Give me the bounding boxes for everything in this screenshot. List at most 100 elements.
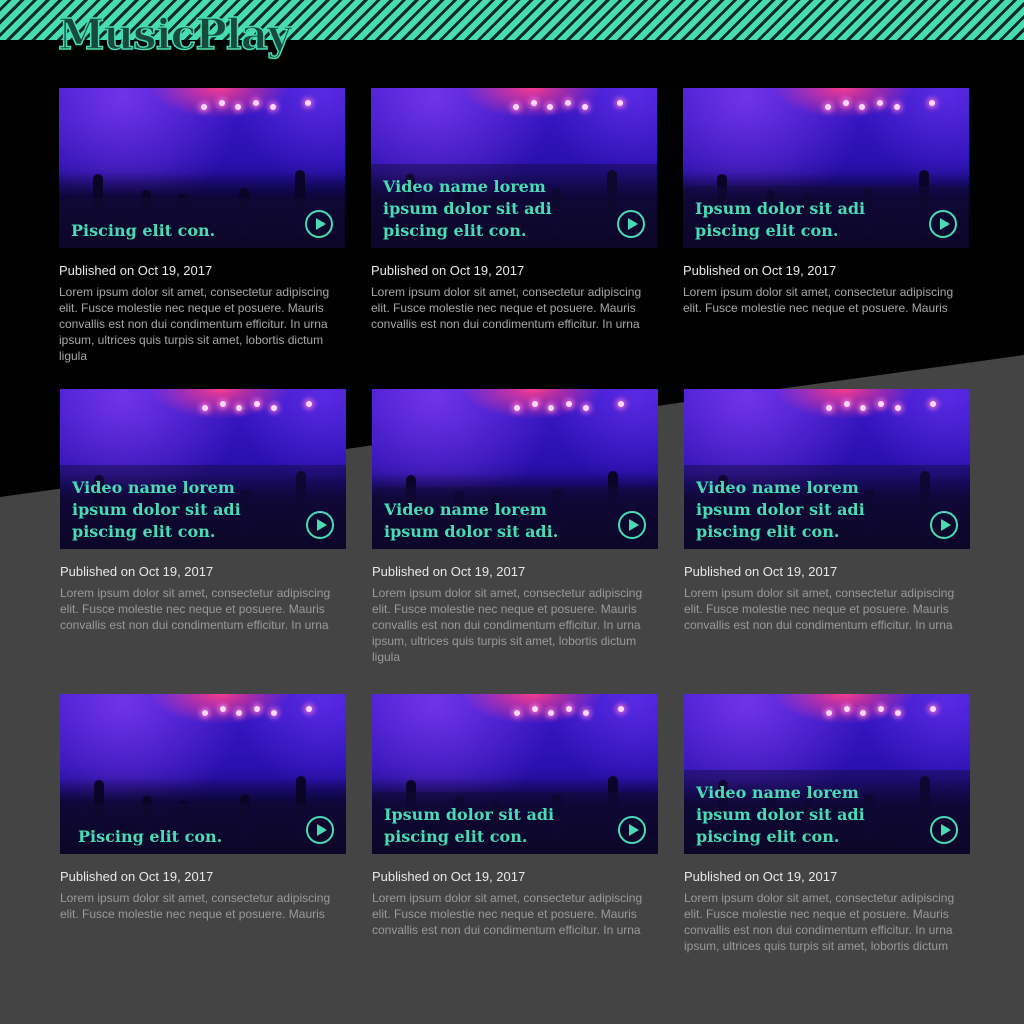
publish-date: Published on Oct 19, 2017 xyxy=(60,564,214,579)
stage-light xyxy=(513,104,519,110)
stage-light xyxy=(236,710,242,716)
stage-light xyxy=(235,104,241,110)
stage-light xyxy=(531,100,537,106)
video-title[interactable]: Video name lorem ipsum dolor sit adi. xyxy=(384,499,604,543)
video-title[interactable]: Video name lorem ipsum dolor sit adi pis… xyxy=(696,477,916,543)
publish-date: Published on Oct 19, 2017 xyxy=(684,869,838,884)
publish-date: Published on Oct 19, 2017 xyxy=(371,263,525,278)
stage-light xyxy=(844,706,850,712)
video-title[interactable]: Ipsum dolor sit adi piscing elit con. xyxy=(695,198,915,242)
stage-light xyxy=(930,706,936,712)
video-card[interactable]: Piscing elit con. Published on Oct 19, 2… xyxy=(59,88,345,364)
video-description: Lorem ipsum dolor sit amet, consectetur … xyxy=(683,285,954,315)
stage-light xyxy=(201,104,207,110)
stage-light xyxy=(236,405,242,411)
stage-light xyxy=(617,100,623,106)
stage-light xyxy=(532,706,538,712)
video-card[interactable]: Video name lorem ipsum dolor sit adi. Pu… xyxy=(372,389,658,665)
stage-light xyxy=(566,401,572,407)
publish-date: Published on Oct 19, 2017 xyxy=(60,869,214,884)
publish-date: Published on Oct 19, 2017 xyxy=(59,263,213,278)
publish-date: Published on Oct 19, 2017 xyxy=(684,564,838,579)
video-thumbnail[interactable]: Video name lorem ipsum dolor sit adi pis… xyxy=(60,389,346,549)
video-title[interactable]: Ipsum dolor sit adi piscing elit con. xyxy=(384,804,604,848)
video-description: Lorem ipsum dolor sit amet, consectetur … xyxy=(60,891,331,921)
stage-light xyxy=(618,401,624,407)
video-thumbnail[interactable]: Video name lorem ipsum dolor sit adi pis… xyxy=(684,389,970,549)
stage-light xyxy=(532,401,538,407)
stage-light xyxy=(254,401,260,407)
stage-light xyxy=(826,710,832,716)
stage-light xyxy=(894,104,900,110)
site-logo[interactable]: MusicPlay xyxy=(57,8,292,62)
stage-light xyxy=(219,100,225,106)
play-icon[interactable] xyxy=(617,210,645,238)
stage-light xyxy=(306,401,312,407)
stage-light xyxy=(514,405,520,411)
video-card[interactable]: Piscing elit con. Published on Oct 19, 2… xyxy=(60,694,346,922)
stage-light xyxy=(860,710,866,716)
stage-light xyxy=(548,405,554,411)
stage-light xyxy=(514,710,520,716)
play-icon[interactable] xyxy=(930,816,958,844)
play-icon[interactable] xyxy=(930,511,958,539)
video-title[interactable]: Video name lorem ipsum dolor sit adi pis… xyxy=(696,782,916,848)
video-title[interactable]: Video name lorem ipsum dolor sit adi pis… xyxy=(383,176,603,242)
stage-light xyxy=(583,710,589,716)
video-description: Lorem ipsum dolor sit amet, consectetur … xyxy=(371,285,642,331)
video-description: Lorem ipsum dolor sit amet, consectetur … xyxy=(372,891,643,937)
stage-light xyxy=(825,104,831,110)
video-description: Lorem ipsum dolor sit amet, consectetur … xyxy=(684,586,955,632)
video-card[interactable]: Video name lorem ipsum dolor sit adi pis… xyxy=(371,88,657,332)
video-thumbnail[interactable]: Video name lorem ipsum dolor sit adi. xyxy=(372,389,658,549)
stage-light xyxy=(618,706,624,712)
stage-light xyxy=(548,710,554,716)
stage-light xyxy=(254,706,260,712)
video-thumbnail[interactable]: Video name lorem ipsum dolor sit adi pis… xyxy=(684,694,970,854)
stage-light xyxy=(843,100,849,106)
stage-light xyxy=(930,401,936,407)
video-card[interactable]: Video name lorem ipsum dolor sit adi pis… xyxy=(60,389,346,633)
video-title[interactable]: Video name lorem ipsum dolor sit adi pis… xyxy=(72,477,292,543)
stage-light xyxy=(826,405,832,411)
stage-light xyxy=(877,100,883,106)
stage-light xyxy=(547,104,553,110)
stage-light xyxy=(271,405,277,411)
video-thumbnail[interactable]: Ipsum dolor sit adi piscing elit con. xyxy=(683,88,969,248)
stage-light xyxy=(202,405,208,411)
play-icon[interactable] xyxy=(306,816,334,844)
stage-light xyxy=(270,104,276,110)
video-card[interactable]: Video name lorem ipsum dolor sit adi pis… xyxy=(684,694,970,954)
video-description: Lorem ipsum dolor sit amet, consectetur … xyxy=(684,891,955,953)
stage-light xyxy=(860,405,866,411)
stage-light xyxy=(253,100,259,106)
video-title[interactable]: Piscing elit con. xyxy=(71,220,291,242)
video-thumbnail[interactable]: Video name lorem ipsum dolor sit adi pis… xyxy=(371,88,657,248)
play-icon[interactable] xyxy=(618,511,646,539)
play-icon[interactable] xyxy=(618,816,646,844)
play-icon[interactable] xyxy=(929,210,957,238)
video-title[interactable]: Piscing elit con. xyxy=(78,826,298,848)
stage-light xyxy=(305,100,311,106)
stage-light xyxy=(306,706,312,712)
stage-light xyxy=(220,706,226,712)
video-thumbnail[interactable]: Piscing elit con. xyxy=(60,694,346,854)
play-icon[interactable] xyxy=(306,511,334,539)
video-description: Lorem ipsum dolor sit amet, consectetur … xyxy=(59,285,330,363)
stage-light xyxy=(844,401,850,407)
video-card[interactable]: Ipsum dolor sit adi piscing elit con. Pu… xyxy=(683,88,969,316)
publish-date: Published on Oct 19, 2017 xyxy=(372,564,526,579)
stage-light xyxy=(583,405,589,411)
publish-date: Published on Oct 19, 2017 xyxy=(683,263,837,278)
play-icon[interactable] xyxy=(305,210,333,238)
video-card[interactable]: Ipsum dolor sit adi piscing elit con. Pu… xyxy=(372,694,658,938)
stage-light xyxy=(895,405,901,411)
stage-light xyxy=(929,100,935,106)
video-thumbnail[interactable]: Piscing elit con. xyxy=(59,88,345,248)
stage-light xyxy=(859,104,865,110)
video-thumbnail[interactable]: Ipsum dolor sit adi piscing elit con. xyxy=(372,694,658,854)
stage-light xyxy=(271,710,277,716)
stage-light xyxy=(878,706,884,712)
video-card[interactable]: Video name lorem ipsum dolor sit adi pis… xyxy=(684,389,970,633)
stage-light xyxy=(565,100,571,106)
